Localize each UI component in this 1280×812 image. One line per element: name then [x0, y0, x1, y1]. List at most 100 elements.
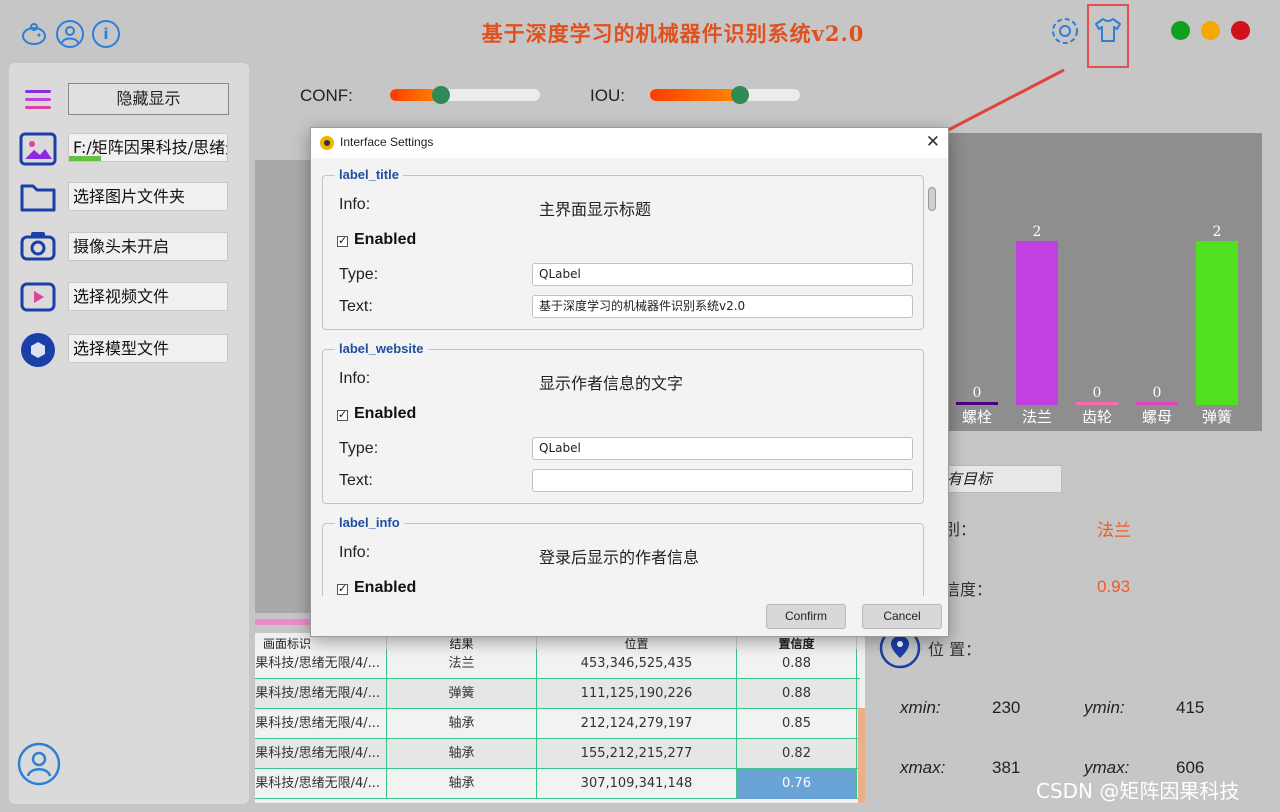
dialog-scrollbar[interactable] [926, 183, 938, 593]
group-title: label_info [335, 515, 404, 530]
progress-bar [255, 619, 311, 625]
bar-3 [1136, 402, 1178, 405]
enabled-checkbox[interactable]: ✓ Enabled [337, 231, 416, 249]
checkbox-mark: ✓ [337, 583, 348, 595]
category-label: 齿轮 [1082, 408, 1112, 426]
text-label: Text: [339, 472, 373, 489]
info-value: 登录后显示的作者信息 [539, 548, 700, 567]
camera-icon[interactable] [19, 229, 57, 263]
cell-result: 轴承 [387, 769, 537, 799]
select-model-file[interactable]: 选择模型文件 [68, 334, 228, 363]
select-image-folder[interactable]: 选择图片文件夹 [68, 182, 228, 211]
bar-value-label: 0 [973, 385, 982, 401]
category-label: 法兰 [1022, 408, 1052, 426]
xmin-value: 230 [992, 698, 1021, 717]
dialog-scrollbar-thumb[interactable] [928, 187, 936, 211]
type-field[interactable]: QLabel [532, 263, 913, 286]
user-avatar-icon[interactable] [17, 742, 61, 786]
user-icon[interactable] [56, 20, 84, 48]
info-value: 显示作者信息的文字 [539, 374, 684, 393]
cell-result: 法兰 [387, 649, 537, 679]
close-button[interactable] [1231, 21, 1250, 40]
piggy-bank-icon[interactable] [20, 20, 48, 48]
image-icon[interactable] [19, 132, 57, 166]
cell-confidence: 0.82 [737, 739, 857, 769]
category-label: 螺栓 [962, 408, 992, 426]
info-label: Info: [339, 196, 371, 213]
conf-label: CONF: [300, 86, 353, 105]
xmax-value: 381 [992, 758, 1021, 777]
cell-position: 453,346,525,435 [537, 649, 737, 679]
bar-1 [1016, 241, 1058, 405]
info-label: Info: [339, 544, 371, 561]
enabled-checkbox[interactable]: ✓ Enabled [337, 405, 416, 423]
table-row[interactable]: 果科技/思绪无限/4/... 法兰 453,346,525,435 0.88 [255, 649, 860, 679]
results-table: 画面标识 结果 位置 置信度 果科技/思绪无限/4/... 法兰 453,346,5… [255, 633, 865, 803]
gear-icon[interactable] [1048, 14, 1082, 48]
folder-icon[interactable] [19, 180, 57, 214]
cell-id: 果科技/思绪无限/4/... [255, 739, 387, 769]
cell-confidence: 0.88 [737, 679, 857, 709]
theme-button[interactable] [1087, 4, 1129, 68]
cell-result: 轴承 [387, 739, 537, 769]
cancel-button[interactable]: Cancel [862, 604, 942, 629]
group-label-website: label_website Info: 显示作者信息的文字 ✓ Enabled T… [322, 341, 924, 504]
cell-confidence: 0.76 [737, 769, 857, 799]
position-label: 位 置： [928, 640, 982, 659]
enabled-label: Enabled [354, 579, 417, 596]
info-icon[interactable]: i [92, 20, 120, 48]
text-field[interactable] [532, 469, 913, 492]
iou-slider-handle[interactable] [731, 86, 749, 104]
info-label: Info: [339, 370, 371, 387]
text-field[interactable]: 基于深度学习的机械器件识别系统v2.0 [532, 295, 913, 318]
info-value: 主界面显示标题 [539, 200, 652, 219]
settings-scroll-area[interactable]: label_title Info: 主界面显示标题 ✓ Enabled Type:… [311, 158, 948, 596]
cell-id: 果科技/思绪无限/4/... [255, 649, 387, 679]
bar-4 [1196, 241, 1238, 405]
cell-position: 212,124,279,197 [537, 709, 737, 739]
category-label: 螺母 [1142, 408, 1172, 426]
iou-slider-fill [650, 89, 740, 101]
conf-slider[interactable] [390, 86, 540, 104]
cell-position: 307,109,341,148 [537, 769, 737, 799]
cell-confidence: 0.88 [737, 649, 857, 679]
sidebar: 隐藏显示 F:/矩阵因果科技/思绪无限/4/ 选择图片文件夹 摄像头未开启 选择… [9, 63, 249, 804]
cell-id: 果科技/思绪无限/4/... [255, 769, 387, 799]
confirm-button[interactable]: Confirm [766, 604, 846, 629]
dialog-title: Interface Settings [340, 135, 434, 149]
dialog-titlebar: Interface Settings ✕ [311, 128, 948, 158]
watermark: CSDN @矩阵因果科技 [1036, 779, 1240, 803]
select-video-file[interactable]: 选择视频文件 [68, 282, 228, 311]
camera-status[interactable]: 摄像头未开启 [68, 232, 228, 261]
type-field[interactable]: QLabel [532, 437, 913, 460]
cell-id: 果科技/思绪无限/4/... [255, 709, 387, 739]
xmax-label: xmax: [900, 758, 946, 777]
class-value: 法兰 [1097, 521, 1131, 541]
toggle-display-button[interactable]: 隐藏显示 [68, 83, 229, 115]
model-icon[interactable] [19, 332, 57, 367]
table-row[interactable]: 果科技/思绪无限/4/... 弹簧 111,125,190,226 0.88 [255, 679, 860, 709]
table-row[interactable]: 果科技/思绪无限/4/... 轴承 307,109,341,148 0.76 [255, 769, 860, 799]
detection-display [255, 160, 311, 613]
app-title: 基于深度学习的机械器件识别系统v2.0 [481, 21, 865, 46]
maximize-button[interactable] [1171, 21, 1190, 40]
enabled-label: Enabled [354, 405, 417, 422]
bar-value-label: 0 [1153, 385, 1162, 401]
bar-value-label: 2 [1033, 224, 1042, 240]
group-label-info: label_info Info: 登录后显示的作者信息 ✓ Enabled [322, 515, 924, 596]
minimize-button[interactable] [1201, 21, 1220, 40]
table-scrollbar[interactable] [858, 708, 865, 803]
xmin-label: xmin: [900, 698, 941, 717]
dialog-close-icon[interactable]: ✕ [926, 132, 940, 152]
target-select[interactable]: 有目标 [942, 465, 1062, 493]
category-label: 弹簧 [1202, 408, 1232, 426]
video-icon[interactable] [19, 280, 57, 314]
conf-slider-handle[interactable] [432, 86, 450, 104]
menu-icon[interactable] [23, 87, 53, 113]
type-label: Type: [339, 266, 379, 283]
enabled-checkbox[interactable]: ✓ Enabled [337, 579, 416, 596]
table-row[interactable]: 果科技/思绪无限/4/... 轴承 155,212,215,277 0.82 [255, 739, 860, 769]
type-label: Type: [339, 440, 379, 457]
group-title: label_website [335, 341, 428, 356]
table-row[interactable]: 果科技/思绪无限/4/... 轴承 212,124,279,197 0.85 [255, 709, 860, 739]
